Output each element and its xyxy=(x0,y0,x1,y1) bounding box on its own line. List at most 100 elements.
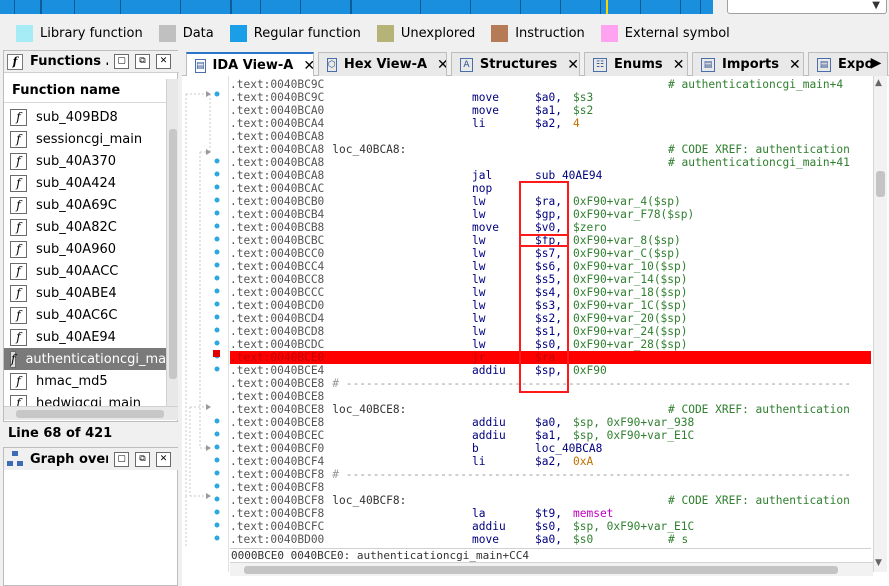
float-button[interactable]: ⧉ xyxy=(135,54,150,69)
code-label[interactable]: loc_40BCF8: xyxy=(332,494,406,507)
operand[interactable]: $zero xyxy=(573,221,607,234)
code-horizontal-scrollbar[interactable] xyxy=(230,562,873,576)
operand[interactable]: 0xF90+var_F78($sp) xyxy=(573,208,694,221)
function-list-item[interactable]: f sub_40AC6C xyxy=(4,304,166,326)
operand[interactable]: 0xF90 xyxy=(573,364,607,377)
maximize-button[interactable]: ▢ xyxy=(114,451,129,467)
functions-horizontal-scrollbar[interactable] xyxy=(4,406,178,420)
mnemonic[interactable]: b xyxy=(472,442,479,455)
close-button[interactable]: ✕ xyxy=(156,451,171,467)
operand[interactable]: $a2, xyxy=(535,117,562,130)
chevron-up-icon[interactable]: ▲ xyxy=(875,78,882,88)
function-list[interactable]: f sub_409BD8 f sessioncgi_main f sub_40A370 f s… xyxy=(4,106,166,406)
tab-enums[interactable]: ☷ Enums ✕ xyxy=(584,52,688,76)
operand[interactable]: $a1, xyxy=(535,429,562,442)
disasm-line[interactable]: .text:0040BC9C # authenticationcgi_main+4 xyxy=(230,78,871,91)
operand[interactable]: $sp, 0xF90+var_E1C xyxy=(573,429,694,442)
mnemonic[interactable]: move xyxy=(472,533,499,546)
function-list-item[interactable]: f sub_40A82C xyxy=(4,216,166,238)
operand[interactable]: 0xA xyxy=(573,455,593,468)
operand[interactable]: $s3 xyxy=(573,91,593,104)
disasm-line[interactable]: .text:0040BCEC addiu $a1, $sp, 0xF90+var_E1… xyxy=(230,429,871,442)
mnemonic[interactable]: lw xyxy=(472,208,485,221)
function-list-item[interactable]: f sub_40AACC xyxy=(4,260,166,282)
navigation-band[interactable]: ▼ xyxy=(0,0,889,16)
operand[interactable]: 0xF90+var_8($sp) xyxy=(573,234,681,247)
disasm-line[interactable]: .text:0040BCF4 li $a2, 0xA xyxy=(230,455,871,468)
function-list-item[interactable]: f sub_40ABE4 xyxy=(4,282,166,304)
disasm-line[interactable]: .text:0040BCA0 move $a1, $s2 xyxy=(230,104,871,117)
close-tab-icon[interactable]: ✕ xyxy=(673,57,685,73)
operand[interactable]: 0xF90+var_18($sp) xyxy=(573,286,688,299)
float-button[interactable]: ⧉ xyxy=(135,451,150,467)
tab-imports[interactable]: ▤ Imports ✕ xyxy=(692,52,804,76)
code-label[interactable]: loc_40BCE8: xyxy=(332,403,406,416)
operand[interactable]: loc_40BCA8 xyxy=(535,442,602,455)
operand[interactable]: $sp, 0xF90+var_E1C xyxy=(573,520,694,533)
mnemonic[interactable]: move xyxy=(472,91,499,104)
mnemonic[interactable]: addiu xyxy=(472,429,506,442)
mnemonic[interactable]: lw xyxy=(472,247,485,260)
function-list-item[interactable]: f sub_40A370 xyxy=(4,150,166,172)
chevron-right-icon[interactable]: ▶ xyxy=(866,52,886,74)
disasm-line[interactable]: .text:0040BCE8 loc_40BCE8: # CODE XREF: au… xyxy=(230,403,871,416)
scroll-thumb[interactable] xyxy=(169,129,177,379)
operand[interactable]: $s2 xyxy=(573,104,593,117)
operand[interactable]: memset xyxy=(573,507,613,520)
mnemonic[interactable]: addiu xyxy=(472,520,506,533)
disasm-line[interactable]: .text:0040BCF8 loc_40BCF8: # CODE XREF: au… xyxy=(230,494,871,507)
close-tab-icon[interactable]: ✕ xyxy=(789,57,801,73)
disasm-line[interactable]: .text:0040BD00 move $a0, $s0 # s xyxy=(230,533,871,546)
disasm-line[interactable]: .text:0040BCF8 xyxy=(230,481,871,494)
operand[interactable]: $s0, xyxy=(535,520,562,533)
scroll-thumb[interactable] xyxy=(876,171,885,197)
operand[interactable]: 0xF90+var_4($sp) xyxy=(573,195,681,208)
mnemonic[interactable]: addiu xyxy=(472,416,506,429)
mnemonic[interactable]: lw xyxy=(472,286,485,299)
mnemonic[interactable]: la xyxy=(472,507,485,520)
maximize-button[interactable]: ▢ xyxy=(114,54,129,69)
disasm-line[interactable]: .text:0040BCA8 # authenticationcgi_main+4… xyxy=(230,156,871,169)
operand[interactable]: 0xF90+var_24($sp) xyxy=(573,325,688,338)
operand[interactable]: 0xF90+var_C($sp) xyxy=(573,247,681,260)
operand[interactable]: 0xF90+var_20($sp) xyxy=(573,312,688,325)
mnemonic[interactable]: jal xyxy=(472,169,492,182)
mnemonic[interactable]: lw xyxy=(472,260,485,273)
mnemonic[interactable]: lw xyxy=(472,234,485,247)
operand[interactable]: 0xF90+var_14($sp) xyxy=(573,273,688,286)
mnemonic[interactable]: li xyxy=(472,455,485,468)
mnemonic[interactable]: lw xyxy=(472,195,485,208)
operand[interactable]: $a0, xyxy=(535,533,562,546)
navigation-combo[interactable]: ▼ xyxy=(727,0,887,14)
function-list-item[interactable]: f sub_40A424 xyxy=(4,172,166,194)
code-label[interactable]: loc_40BCA8: xyxy=(332,143,406,156)
operand[interactable]: $s0 xyxy=(573,533,593,546)
mnemonic[interactable]: addiu xyxy=(472,364,506,377)
function-list-item[interactable]: f sub_40A69C xyxy=(4,194,166,216)
function-list-item[interactable]: f authenticationcgi_main xyxy=(4,348,166,370)
function-list-item[interactable]: f sessioncgi_main xyxy=(4,128,166,150)
mnemonic[interactable]: nop xyxy=(472,182,492,195)
mnemonic[interactable]: lw xyxy=(472,299,485,312)
scroll-thumb[interactable] xyxy=(244,566,838,574)
mnemonic[interactable]: lw xyxy=(472,273,485,286)
operand[interactable]: 0xF90+var_1C($sp) xyxy=(573,299,688,312)
operand[interactable]: 0xF90+var_10($sp) xyxy=(573,260,688,273)
operand[interactable]: $a0, xyxy=(535,416,562,429)
mnemonic[interactable]: jr xyxy=(472,351,485,364)
disasm-line[interactable]: .text:0040BCF8 la $t9, memset xyxy=(230,507,871,520)
operand[interactable]: $a2, xyxy=(535,455,562,468)
mnemonic[interactable]: move xyxy=(472,221,499,234)
function-list-item[interactable]: f sub_40AE94 xyxy=(4,326,166,348)
tab-ida-view-a[interactable]: ▤ IDA View-A ✕ xyxy=(186,52,314,77)
functions-vertical-scrollbar[interactable] xyxy=(166,79,178,406)
separator-comment[interactable]: # --------------------------------------… xyxy=(332,377,851,390)
function-list-item[interactable]: f hedwigcgi_main xyxy=(4,392,166,406)
disasm-line[interactable]: .text:0040BCF8 # ------------------------… xyxy=(230,468,871,481)
disasm-line[interactable]: .text:0040BC9C move $a0, $s3 xyxy=(230,91,871,104)
function-list-item[interactable]: f sub_40A960 xyxy=(4,238,166,260)
tab-structures[interactable]: A Structures ✕ xyxy=(451,52,580,76)
mnemonic[interactable]: lw xyxy=(472,312,485,325)
operand[interactable]: $t9, xyxy=(535,507,562,520)
close-tab-icon[interactable]: ✕ xyxy=(437,57,446,73)
